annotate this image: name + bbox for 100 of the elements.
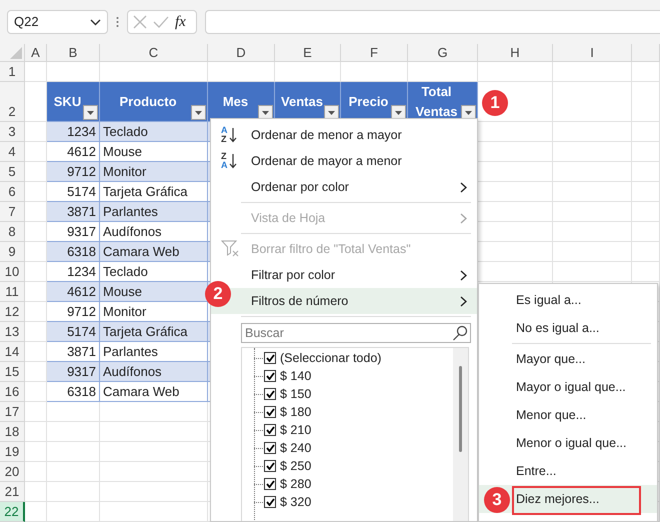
column-header[interactable]: F (341, 44, 408, 62)
row-header[interactable]: 4 (0, 142, 25, 162)
row-header[interactable]: 17 (0, 402, 25, 422)
grid-cell[interactable] (553, 122, 632, 142)
row-header[interactable]: 7 (0, 202, 25, 222)
value-label[interactable]: $ 240 (280, 438, 312, 458)
grid-cell[interactable] (47, 422, 100, 442)
search-icon[interactable] (452, 325, 468, 341)
grid-cell[interactable] (553, 182, 632, 202)
menu-item[interactable]: Ordenar por color (211, 174, 477, 200)
row-header[interactable]: 22 (0, 502, 25, 522)
filter-dropdown-button[interactable] (191, 105, 206, 120)
column-header[interactable]: A (25, 44, 47, 62)
grid-cell[interactable] (553, 262, 632, 282)
row-header[interactable]: 8 (0, 222, 25, 242)
grid-cell[interactable] (100, 482, 208, 502)
checkbox[interactable] (264, 406, 276, 418)
row-header[interactable]: 18 (0, 422, 25, 442)
checkbox[interactable] (264, 424, 276, 436)
menu-item[interactable]: Menor que... (479, 401, 657, 429)
grid-cell[interactable] (553, 202, 632, 222)
row-header[interactable]: 20 (0, 462, 25, 482)
grid-cell[interactable] (553, 162, 632, 182)
value-label[interactable]: $ 140 (280, 366, 312, 386)
column-header[interactable]: G (408, 44, 478, 62)
check-icon[interactable] (153, 16, 169, 28)
row-header[interactable]: 1 (0, 62, 25, 82)
grid-cell[interactable] (632, 142, 660, 162)
row-header[interactable]: 12 (0, 302, 25, 322)
grid-cell[interactable] (632, 162, 660, 182)
value-label[interactable]: $ 210 (280, 420, 312, 440)
filter-dropdown-button[interactable] (83, 105, 98, 120)
row-header[interactable]: 11 (0, 282, 25, 302)
grid-cell[interactable] (632, 262, 660, 282)
menu-item[interactable]: Z A Ordenar de mayor a menor (211, 148, 477, 174)
select-all-icon[interactable] (10, 47, 22, 59)
grid-cell[interactable] (632, 62, 660, 82)
chevron-down-icon[interactable] (90, 18, 101, 26)
grid-cell[interactable] (25, 262, 47, 282)
grid-cell[interactable] (25, 342, 47, 362)
row-header[interactable]: 16 (0, 382, 25, 402)
checkbox[interactable] (264, 478, 276, 490)
caret-icon[interactable] (328, 110, 335, 114)
menu-item[interactable]: Entre... (479, 457, 657, 485)
name-box[interactable]: Q22 (7, 10, 108, 34)
grid-cell[interactable] (632, 222, 660, 242)
grid-cell[interactable] (47, 442, 100, 462)
grid-cell[interactable] (25, 462, 47, 482)
grid-cell[interactable] (25, 142, 47, 162)
menu-item[interactable]: Menor o igual que... (479, 429, 657, 457)
caret-icon[interactable] (395, 110, 402, 114)
caret-icon[interactable] (465, 110, 472, 114)
caret-icon[interactable] (195, 110, 202, 114)
checkbox[interactable] (264, 370, 276, 382)
menu-item[interactable]: No es igual a... (479, 314, 657, 342)
more-options-icon[interactable] (116, 16, 119, 28)
menu-item[interactable]: Mayor o igual que... (479, 373, 657, 401)
scrollbar[interactable] (453, 348, 468, 521)
grid-cell[interactable] (25, 402, 47, 422)
grid-cell[interactable] (47, 482, 100, 502)
search-field[interactable]: Buscar (241, 323, 471, 343)
value-label[interactable]: $ 250 (280, 456, 312, 476)
grid-cell[interactable] (100, 422, 208, 442)
checkbox[interactable] (264, 388, 276, 400)
grid-cell[interactable] (25, 482, 47, 502)
grid-cell[interactable] (553, 242, 632, 262)
insert-function-button[interactable]: fx (175, 10, 186, 34)
value-label[interactable]: $ 280 (280, 474, 312, 494)
grid-cell[interactable] (25, 182, 47, 202)
grid-cell[interactable] (632, 122, 660, 142)
row-header[interactable]: 2 (0, 82, 25, 122)
row-header[interactable]: 19 (0, 442, 25, 462)
row-header[interactable]: 10 (0, 262, 25, 282)
checkbox[interactable] (264, 460, 276, 472)
value-label[interactable]: $ 180 (280, 402, 312, 422)
column-header[interactable]: D (208, 44, 275, 62)
column-header[interactable]: I (553, 44, 632, 62)
grid-cell[interactable] (100, 462, 208, 482)
grid-cell[interactable] (100, 442, 208, 462)
row-header[interactable]: 9 (0, 242, 25, 262)
menu-item[interactable]: Es igual a... (479, 286, 657, 314)
grid-cell[interactable] (25, 502, 47, 522)
checkbox[interactable] (264, 496, 276, 508)
grid-cell[interactable] (553, 62, 632, 82)
grid-cell[interactable] (553, 82, 632, 122)
caret-icon[interactable] (262, 110, 269, 114)
value-label[interactable]: $ 320 (280, 492, 312, 512)
menu-item[interactable]: Mayor que... (479, 345, 657, 373)
grid-cell[interactable] (553, 142, 632, 162)
cancel-icon[interactable] (133, 15, 147, 29)
formula-bar[interactable] (205, 10, 660, 34)
grid-cell[interactable] (47, 402, 100, 422)
grid-cell[interactable] (100, 502, 208, 522)
row-header[interactable]: 3 (0, 122, 25, 142)
grid-cell[interactable] (100, 402, 208, 422)
grid-cell[interactable] (47, 462, 100, 482)
grid-cell[interactable] (478, 62, 553, 82)
column-header[interactable] (632, 44, 660, 62)
value-label[interactable]: $ 150 (280, 384, 312, 404)
grid-cell[interactable] (25, 382, 47, 402)
